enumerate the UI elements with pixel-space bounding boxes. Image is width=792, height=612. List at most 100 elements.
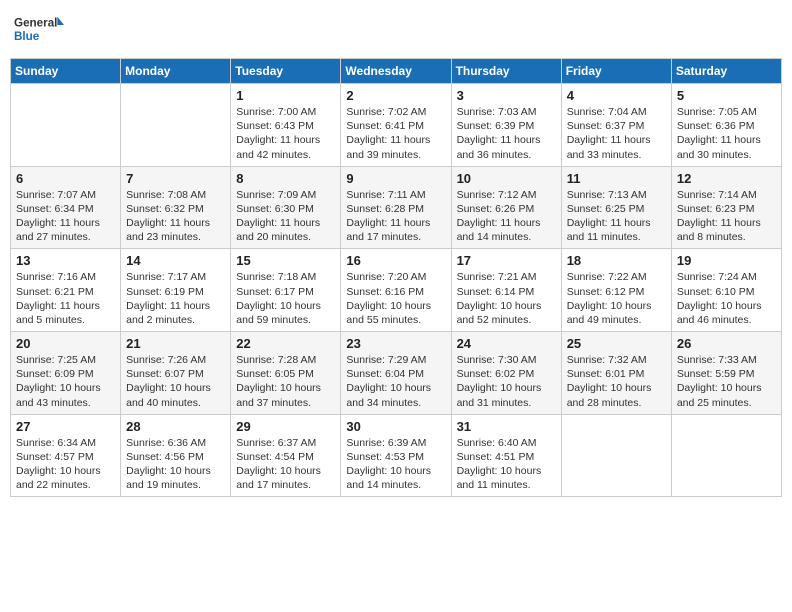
calendar-cell: 15Sunrise: 7:18 AMSunset: 6:17 PMDayligh… [231, 249, 341, 332]
day-number: 31 [457, 419, 556, 434]
day-number: 30 [346, 419, 445, 434]
calendar-cell: 13Sunrise: 7:16 AMSunset: 6:21 PMDayligh… [11, 249, 121, 332]
calendar-cell: 22 Sunrise: 7:28 AMSunset: 6:05 PMDayligh… [231, 332, 341, 415]
day-info: Sunrise: 7:03 AMSunset: 6:39 PMDaylight:… [457, 105, 556, 162]
calendar-cell: 21 Sunrise: 7:26 AMSunset: 6:07 PMDayligh… [121, 332, 231, 415]
day-info: Sunrise: 7:25 AMSunset: 6:09 PMDaylight:… [16, 353, 115, 410]
day-info: Sunrise: 6:34 AMSunset: 4:57 PMDaylight:… [16, 436, 115, 493]
day-info: Sunrise: 7:30 AMSunset: 6:02 PMDaylight:… [457, 353, 556, 410]
day-info: Sunrise: 7:21 AMSunset: 6:14 PMDaylight:… [457, 270, 556, 327]
day-number: 22 [236, 336, 335, 351]
calendar-cell: 2 Sunrise: 7:02 AMSunset: 6:41 PMDaylight… [341, 84, 451, 167]
day-info: Sunrise: 7:04 AMSunset: 6:37 PMDaylight:… [567, 105, 666, 162]
calendar-cell [11, 84, 121, 167]
day-number: 7 [126, 171, 225, 186]
day-info: Sunrise: 7:29 AMSunset: 6:04 PMDaylight:… [346, 353, 445, 410]
day-info: Sunrise: 7:11 AMSunset: 6:28 PMDaylight:… [346, 188, 445, 245]
weekday-header: Saturday [671, 59, 781, 84]
calendar-table: SundayMondayTuesdayWednesdayThursdayFrid… [10, 58, 782, 497]
day-info: Sunrise: 6:40 AMSunset: 4:51 PMDaylight:… [457, 436, 556, 493]
calendar-week-row: 13Sunrise: 7:16 AMSunset: 6:21 PMDayligh… [11, 249, 782, 332]
day-info: Sunrise: 7:09 AMSunset: 6:30 PMDaylight:… [236, 188, 335, 245]
calendar-week-row: 20 Sunrise: 7:25 AMSunset: 6:09 PMDayligh… [11, 332, 782, 415]
day-info: Sunrise: 6:39 AMSunset: 4:53 PMDaylight:… [346, 436, 445, 493]
calendar-cell: 16Sunrise: 7:20 AMSunset: 6:16 PMDayligh… [341, 249, 451, 332]
day-number: 12 [677, 171, 776, 186]
day-number: 5 [677, 88, 776, 103]
day-info: Sunrise: 7:26 AMSunset: 6:07 PMDaylight:… [126, 353, 225, 410]
day-info: Sunrise: 6:36 AMSunset: 4:56 PMDaylight:… [126, 436, 225, 493]
day-info: Sunrise: 7:17 AMSunset: 6:19 PMDaylight:… [126, 270, 225, 327]
day-number: 20 [16, 336, 115, 351]
day-info: Sunrise: 7:00 AMSunset: 6:43 PMDaylight:… [236, 105, 335, 162]
weekday-header: Sunday [11, 59, 121, 84]
day-info: Sunrise: 7:02 AMSunset: 6:41 PMDaylight:… [346, 105, 445, 162]
svg-text:Blue: Blue [14, 30, 40, 43]
day-info: Sunrise: 6:37 AMSunset: 4:54 PMDaylight:… [236, 436, 335, 493]
calendar-cell: 3Sunrise: 7:03 AMSunset: 6:39 PMDaylight… [451, 84, 561, 167]
calendar-cell: 12 Sunrise: 7:14 AMSunset: 6:23 PMDayligh… [671, 166, 781, 249]
calendar-cell: 19Sunrise: 7:24 AMSunset: 6:10 PMDayligh… [671, 249, 781, 332]
logo-svg: General Blue [14, 10, 64, 50]
page-header: General Blue [10, 10, 782, 50]
calendar-cell: 25 Sunrise: 7:32 AMSunset: 6:01 PMDayligh… [561, 332, 671, 415]
calendar-week-row: 6 Sunrise: 7:07 AMSunset: 6:34 PMDaylight… [11, 166, 782, 249]
day-number: 6 [16, 171, 115, 186]
day-info: Sunrise: 7:07 AMSunset: 6:34 PMDaylight:… [16, 188, 115, 245]
calendar-cell: 23 Sunrise: 7:29 AMSunset: 6:04 PMDayligh… [341, 332, 451, 415]
day-number: 28 [126, 419, 225, 434]
day-info: Sunrise: 7:14 AMSunset: 6:23 PMDaylight:… [677, 188, 776, 245]
svg-text:General: General [14, 17, 57, 30]
weekday-header: Monday [121, 59, 231, 84]
calendar-cell: 1 Sunrise: 7:00 AMSunset: 6:43 PMDaylight… [231, 84, 341, 167]
day-info: Sunrise: 7:20 AMSunset: 6:16 PMDaylight:… [346, 270, 445, 327]
day-number: 26 [677, 336, 776, 351]
calendar-cell: 20 Sunrise: 7:25 AMSunset: 6:09 PMDayligh… [11, 332, 121, 415]
logo: General Blue [14, 10, 64, 50]
calendar-cell: 7Sunrise: 7:08 AMSunset: 6:32 PMDaylight… [121, 166, 231, 249]
day-info: Sunrise: 7:28 AMSunset: 6:05 PMDaylight:… [236, 353, 335, 410]
calendar-week-row: 27 Sunrise: 6:34 AMSunset: 4:57 PMDayligh… [11, 414, 782, 497]
day-info: Sunrise: 7:18 AMSunset: 6:17 PMDaylight:… [236, 270, 335, 327]
calendar-cell: 5 Sunrise: 7:05 AMSunset: 6:36 PMDaylight… [671, 84, 781, 167]
calendar-cell: 28 Sunrise: 6:36 AMSunset: 4:56 PMDayligh… [121, 414, 231, 497]
day-number: 2 [346, 88, 445, 103]
day-number: 18 [567, 253, 666, 268]
day-number: 8 [236, 171, 335, 186]
weekday-header: Friday [561, 59, 671, 84]
day-number: 4 [567, 88, 666, 103]
day-info: Sunrise: 7:12 AMSunset: 6:26 PMDaylight:… [457, 188, 556, 245]
weekday-header: Thursday [451, 59, 561, 84]
calendar-cell: 17 Sunrise: 7:21 AMSunset: 6:14 PMDayligh… [451, 249, 561, 332]
day-number: 13 [16, 253, 115, 268]
day-info: Sunrise: 7:33 AMSunset: 5:59 PMDaylight:… [677, 353, 776, 410]
day-number: 1 [236, 88, 335, 103]
calendar-week-row: 1 Sunrise: 7:00 AMSunset: 6:43 PMDaylight… [11, 84, 782, 167]
day-info: Sunrise: 7:24 AMSunset: 6:10 PMDaylight:… [677, 270, 776, 327]
day-number: 23 [346, 336, 445, 351]
day-info: Sunrise: 7:32 AMSunset: 6:01 PMDaylight:… [567, 353, 666, 410]
day-info: Sunrise: 7:05 AMSunset: 6:36 PMDaylight:… [677, 105, 776, 162]
day-number: 29 [236, 419, 335, 434]
calendar-cell: 4 Sunrise: 7:04 AMSunset: 6:37 PMDaylight… [561, 84, 671, 167]
day-number: 25 [567, 336, 666, 351]
calendar-cell: 29 Sunrise: 6:37 AMSunset: 4:54 PMDayligh… [231, 414, 341, 497]
weekday-header-row: SundayMondayTuesdayWednesdayThursdayFrid… [11, 59, 782, 84]
calendar-cell: 6 Sunrise: 7:07 AMSunset: 6:34 PMDaylight… [11, 166, 121, 249]
calendar-cell: 9Sunrise: 7:11 AMSunset: 6:28 PMDaylight… [341, 166, 451, 249]
day-number: 21 [126, 336, 225, 351]
day-number: 24 [457, 336, 556, 351]
calendar-cell [121, 84, 231, 167]
day-number: 11 [567, 171, 666, 186]
calendar-cell [671, 414, 781, 497]
day-info: Sunrise: 7:22 AMSunset: 6:12 PMDaylight:… [567, 270, 666, 327]
calendar-cell: 27 Sunrise: 6:34 AMSunset: 4:57 PMDayligh… [11, 414, 121, 497]
calendar-cell: 18 Sunrise: 7:22 AMSunset: 6:12 PMDayligh… [561, 249, 671, 332]
day-number: 27 [16, 419, 115, 434]
calendar-cell: 14Sunrise: 7:17 AMSunset: 6:19 PMDayligh… [121, 249, 231, 332]
calendar-cell: 24 Sunrise: 7:30 AMSunset: 6:02 PMDayligh… [451, 332, 561, 415]
calendar-cell: 11Sunrise: 7:13 AMSunset: 6:25 PMDayligh… [561, 166, 671, 249]
calendar-cell: 30 Sunrise: 6:39 AMSunset: 4:53 PMDayligh… [341, 414, 451, 497]
calendar-cell: 8 Sunrise: 7:09 AMSunset: 6:30 PMDaylight… [231, 166, 341, 249]
day-number: 17 [457, 253, 556, 268]
